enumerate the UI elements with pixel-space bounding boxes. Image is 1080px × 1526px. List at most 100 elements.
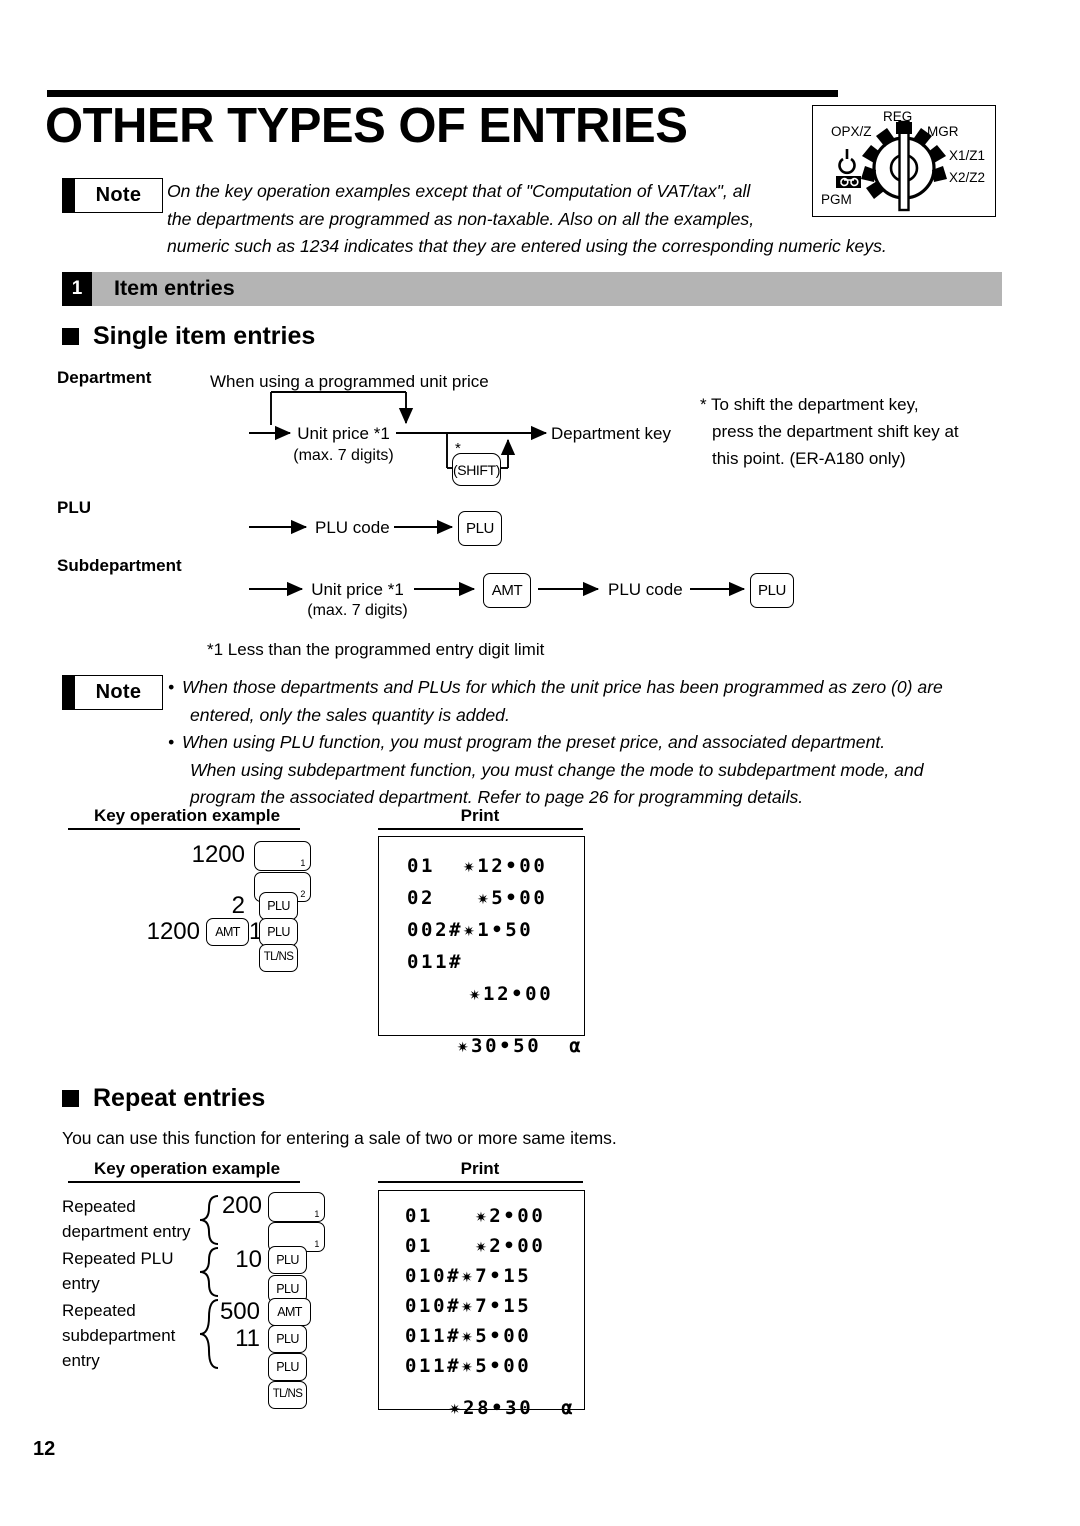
key-plu-2[interactable]: PLU xyxy=(750,573,794,608)
receipt-1-line-5: ✷12•00 xyxy=(469,983,554,1005)
heading-single-item-entries: Single item entries xyxy=(62,322,315,351)
caption-programmed-unit-price: When using a programmed unit price xyxy=(210,372,489,391)
dial-label-opxz: OPX/Z xyxy=(831,124,872,139)
power-icon xyxy=(838,149,856,175)
footnote-line-3: this point. (ER-A180 only) xyxy=(712,449,906,468)
heading-repeat-entries-label: Repeat entries xyxy=(93,1084,266,1112)
dial-label-reg: REG xyxy=(883,109,913,124)
note-marker xyxy=(63,179,75,212)
note-box-top: Note xyxy=(62,178,163,213)
repeat-intro-text: You can use this function for entering a… xyxy=(62,1128,617,1148)
heading-single-item-entries-label: Single item entries xyxy=(93,322,316,350)
key-department-1[interactable]: 1 xyxy=(254,841,311,871)
receipt-2-line-1: 01 ✷2•00 xyxy=(405,1205,546,1227)
receipt-2-line-3: 010#✷7•15 xyxy=(405,1265,532,1287)
footnote-line-2: press the department shift key at xyxy=(712,422,959,441)
label-unit-price-dept: Unit price *1 xyxy=(286,424,401,444)
note-bullet-2-line-3: program the associated department. Refer… xyxy=(190,787,804,807)
key-plu-r4[interactable]: PLU xyxy=(268,1353,307,1381)
note-top-line-3: numeric such as 1234 indicates that they… xyxy=(167,236,887,256)
note-bottom-text: • When those departments and PLUs for wh… xyxy=(168,674,1018,812)
unit-price-text: Unit price *1 xyxy=(297,424,390,443)
label-plu-code-sub: PLU code xyxy=(608,580,683,599)
key-tlns-r1[interactable]: TL/NS xyxy=(268,1381,307,1409)
footnote-digit-limit: *1 Less than the programmed entry digit … xyxy=(207,640,545,659)
footnote-line-1: * To shift the department key, xyxy=(700,395,919,414)
key-amt-1[interactable]: AMT xyxy=(483,573,531,608)
section-heading: Item entries xyxy=(114,276,235,300)
footnote-shift-department: * To shift the department key, press the… xyxy=(700,391,959,472)
entry-amount-1200-a: 1200 xyxy=(191,841,245,868)
col-rule-key-1 xyxy=(68,828,300,831)
heading-repeat-entries: Repeat entries xyxy=(62,1084,265,1113)
receipt-1-line-1: 01 ✷12•00 xyxy=(407,855,548,877)
label-unit-price-max-dept: (max. 7 digits) xyxy=(293,447,394,464)
receipt-2-line-5: 011#✷5•00 xyxy=(405,1325,532,1347)
col-rule-key-2 xyxy=(68,1181,300,1184)
page-title: OTHER TYPES OF ENTRIES xyxy=(45,99,688,153)
key-department-1-label: 1 xyxy=(300,858,305,868)
key-plu-1[interactable]: PLU xyxy=(458,511,502,546)
note-top-line-2: the departments are programmed as non-ta… xyxy=(167,208,755,229)
title-top-rule xyxy=(47,90,838,97)
key-shift[interactable]: (SHIFT) xyxy=(452,453,501,486)
group-label-repeated-department: Repeated department entry xyxy=(62,1194,191,1244)
page-number: 12 xyxy=(33,1438,56,1460)
entry-plu-code-10: 10 xyxy=(235,1246,262,1273)
entry-plu-code-11-r: 11 xyxy=(235,1325,260,1352)
key-shift-label: SHIFT xyxy=(457,461,496,478)
section-heading-bar: Item entries xyxy=(92,272,1002,306)
label-unit-price-max-sub: (max. 7 digits) xyxy=(307,602,408,619)
key-plu-r1[interactable]: PLU xyxy=(268,1246,307,1274)
group-label-repeated-plu: Repeated PLU entry xyxy=(62,1246,174,1296)
bullet-dot-icon-2: • xyxy=(168,732,175,752)
key-plu-r3[interactable]: PLU xyxy=(268,1325,307,1353)
label-plu-code: PLU code xyxy=(315,518,390,537)
receipt-print-1: 01 ✷12•00 02 ✷5•00 002#✷1•50 011# ✷12•00… xyxy=(378,836,585,1057)
note-label-2: Note xyxy=(95,681,142,703)
entry-plu-code-2: 2 xyxy=(231,892,245,919)
col-header-key-operation-2: Key operation example xyxy=(93,1159,281,1178)
group-label-1-line-2: department entry xyxy=(62,1222,191,1241)
col-header-print-2: Print xyxy=(460,1159,500,1178)
bullet-dot-icon: • xyxy=(168,677,175,697)
dial-label-mgr: MGR xyxy=(927,124,959,139)
note-bullet-1-line-2: entered, only the sales quantity is adde… xyxy=(190,704,510,725)
group-label-repeated-subdepartment: Repeated subdepartment entry xyxy=(62,1298,175,1373)
key-department-r1-label: 1 xyxy=(314,1209,319,1219)
label-department: Department xyxy=(57,368,152,387)
col-header-print-1: Print xyxy=(460,806,500,825)
key-department-2-label: 2 xyxy=(300,889,305,899)
manual-page: OTHER TYPES OF ENTRIES REG MGR OPX/Z X1/… xyxy=(0,0,1080,1526)
receipt-1-line-2: 02 ✷5•00 xyxy=(407,887,548,909)
receipt-2-line-7: ✷28•30 α xyxy=(449,1397,576,1419)
note-bullet-2-line-1: When using PLU function, you must progra… xyxy=(182,732,886,752)
receipt-2-line-6: 011#✷5•00 xyxy=(405,1355,532,1377)
key-department-r2-label: 1 xyxy=(314,1239,319,1249)
label-plu: PLU xyxy=(57,498,91,517)
col-rule-print-1 xyxy=(378,828,583,831)
note-label: Note xyxy=(95,184,142,206)
label-unit-price-sub: Unit price *1 xyxy=(311,580,404,599)
section-number: 1 xyxy=(62,272,92,306)
square-bullet-icon-2 xyxy=(62,1090,79,1107)
col-header-key-operation-1: Key operation example xyxy=(93,806,281,825)
note-bullet-2-line-2: When using subdepartment function, you m… xyxy=(190,759,924,780)
key-amt-r1[interactable]: AMT xyxy=(268,1298,311,1326)
square-bullet-icon xyxy=(62,328,79,345)
group-label-2-line-1: Repeated PLU xyxy=(62,1249,174,1268)
key-plu-ex1-a[interactable]: PLU xyxy=(259,892,298,920)
key-plu-ex1-b[interactable]: PLU xyxy=(259,918,298,946)
group-label-3-line-2: subdepartment xyxy=(62,1326,176,1345)
entry-amount-500: 500 xyxy=(219,1298,260,1325)
dial-label-x1z1: X1/Z1 xyxy=(949,148,986,163)
note-bullet-2: • When using PLU function, you must prog… xyxy=(168,729,1018,812)
col-rule-print-2 xyxy=(378,1181,583,1184)
note-box-bottom: Note xyxy=(62,675,163,710)
group-label-1-line-1: Repeated xyxy=(62,1197,136,1216)
key-tlns-ex1[interactable]: TL/NS xyxy=(259,944,298,972)
receipt-1-line-6: ✷30•50 α xyxy=(457,1035,584,1057)
group-label-2-line-2: entry xyxy=(62,1274,100,1293)
key-amt-ex1[interactable]: AMT xyxy=(206,918,249,946)
key-department-r1[interactable]: 1 xyxy=(268,1192,325,1222)
